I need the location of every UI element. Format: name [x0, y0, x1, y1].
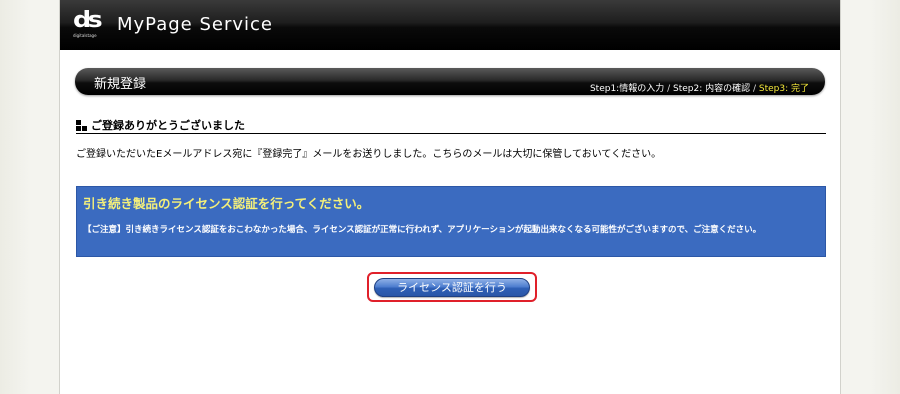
step-3-current: Step3: 完了 [758, 84, 809, 94]
step-separator: / [750, 84, 759, 94]
license-activation-button[interactable]: ライセンス認証を行う [374, 278, 530, 297]
step-indicator: Step1:情報の入力 / Step2: 内容の確認 / Step3: 完了 [590, 81, 809, 94]
confirmation-message: ご登録いただいたEメールアドレス宛に『登録完了』メールをお送りしました。こちらの… [76, 149, 662, 160]
app-header: ds digitalstage MyPage Service [60, 0, 840, 50]
app-title: MyPage Service [117, 14, 274, 35]
logo: ds digitalstage [73, 10, 105, 39]
square-bullet-icon [76, 120, 87, 131]
step-1: Step1:情報の入力 [589, 84, 665, 94]
subheading-text: ご登録ありがとうございました [91, 119, 245, 132]
step-separator: / [664, 84, 673, 94]
section-title-bar: 新規登録 Step1:情報の入力 / Step2: 内容の確認 / Step3:… [75, 68, 825, 95]
section-title: 新規登録 [94, 77, 147, 92]
step-2: Step2: 内容の確認 [672, 84, 751, 94]
logo-mark: ds [73, 8, 103, 33]
page-container: ds digitalstage MyPage Service 新規登録 Step… [59, 0, 841, 394]
logo-subtext: digitalstage [73, 33, 97, 38]
notice-body: 【ご注意】引き続きライセンス認証をおこわなかった場合、ライセンス認証が正常に行わ… [83, 225, 762, 235]
notice-box: 引き続き製品のライセンス認証を行ってください。 【ご注意】引き続きライセンス認証… [76, 186, 826, 257]
notice-title: 引き続き製品のライセンス認証を行ってください。 [83, 196, 370, 211]
subheading: ご登録ありがとうございました [76, 117, 826, 134]
button-highlight-frame: ライセンス認証を行う [367, 272, 537, 302]
